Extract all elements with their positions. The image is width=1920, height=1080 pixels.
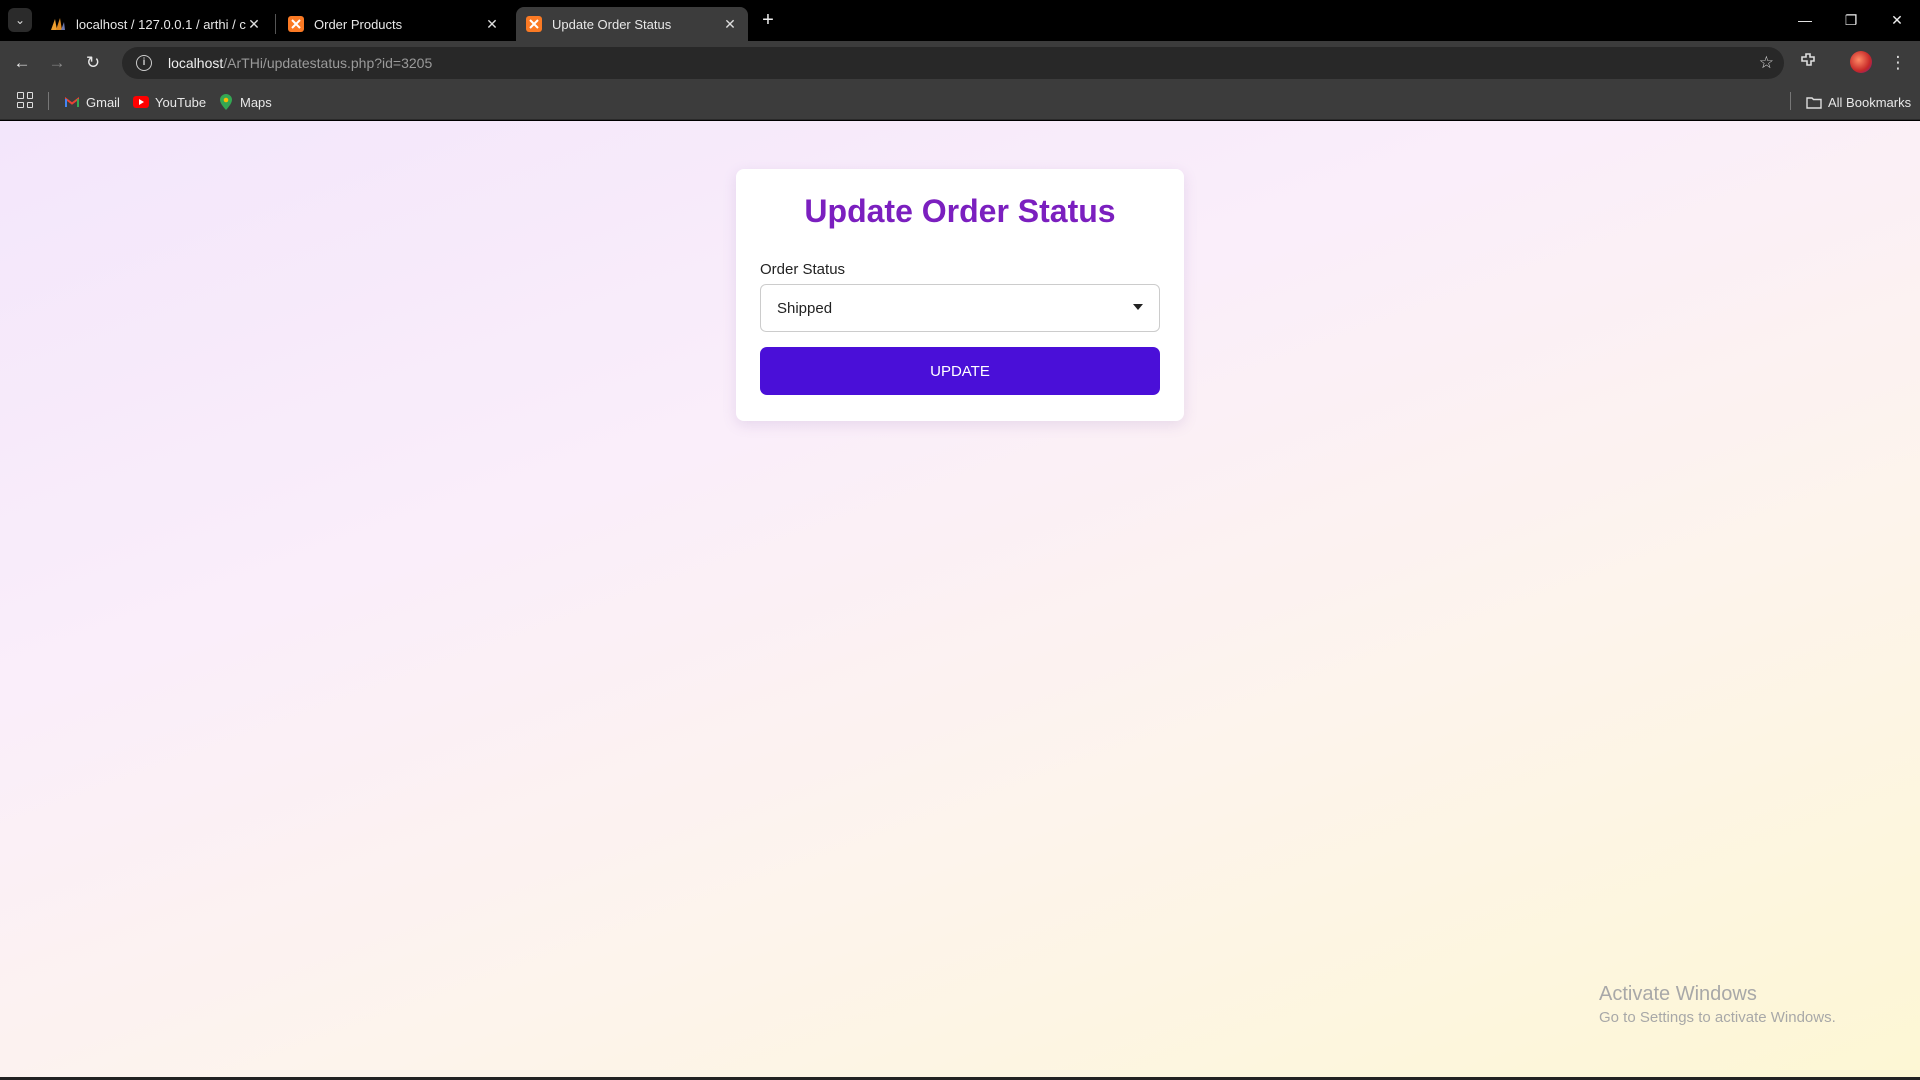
page-title: Update Order Status bbox=[804, 193, 1116, 229]
update-button[interactable]: UPDATE bbox=[760, 347, 1160, 395]
bookmark-star-icon[interactable]: ☆ bbox=[1759, 53, 1774, 73]
tab-order-products[interactable]: Order Products ✕ bbox=[278, 7, 510, 41]
tab-divider bbox=[275, 14, 276, 34]
page-body: Update Order Status Order Status Shipped… bbox=[0, 121, 1920, 1080]
bookmark-gmail[interactable]: Gmail bbox=[64, 92, 120, 112]
close-icon[interactable]: ✕ bbox=[722, 16, 738, 32]
url-path: /ArTHi/updatestatus.php?id=3205 bbox=[223, 55, 433, 71]
folder-icon bbox=[1806, 94, 1822, 110]
bookmark-divider bbox=[1790, 92, 1791, 110]
new-tab-icon[interactable]: + bbox=[758, 8, 778, 32]
bookmarks-bar bbox=[0, 84, 1920, 120]
gmail-icon bbox=[64, 94, 80, 110]
url-host: localhost bbox=[168, 55, 224, 71]
forward-icon[interactable]: → bbox=[45, 51, 69, 75]
all-bookmarks[interactable]: All Bookmarks bbox=[1806, 92, 1911, 112]
bookmark-label: Maps bbox=[240, 94, 272, 110]
maps-icon bbox=[218, 94, 234, 110]
tab-search-icon[interactable]: ⌄ bbox=[8, 8, 32, 32]
reload-icon[interactable]: ↻ bbox=[81, 51, 105, 75]
tab-update-order-status[interactable]: Update Order Status ✕ bbox=[516, 7, 748, 41]
youtube-icon bbox=[133, 94, 149, 110]
address-bar[interactable]: i localhost/ArTHi/updatestatus.php?id=32… bbox=[122, 47, 1784, 79]
tab-label: Order Products bbox=[314, 16, 403, 32]
tab-strip: ⌄ localhost / 127.0.0.1 / arthi / cu ✕ O… bbox=[0, 0, 1920, 41]
profile-avatar[interactable] bbox=[1850, 51, 1872, 73]
bookmark-maps[interactable]: Maps bbox=[218, 92, 272, 112]
watermark-title: Activate Windows bbox=[1599, 983, 1757, 1005]
close-icon[interactable]: ✕ bbox=[246, 16, 262, 32]
minimize-icon[interactable]: — bbox=[1790, 8, 1820, 32]
order-status-select[interactable]: Shipped bbox=[760, 284, 1160, 332]
close-window-icon[interactable]: ✕ bbox=[1882, 8, 1912, 32]
order-status-value: Shipped bbox=[777, 299, 833, 317]
restore-icon[interactable]: ❐ bbox=[1836, 8, 1866, 32]
back-icon[interactable]: ← bbox=[10, 51, 34, 75]
close-icon[interactable]: ✕ bbox=[484, 16, 500, 32]
bookmark-divider bbox=[48, 92, 49, 110]
bookmark-label: Gmail bbox=[86, 94, 120, 110]
site-info-icon[interactable]: i bbox=[136, 55, 152, 71]
watermark-subtitle: Go to Settings to activate Windows. bbox=[1599, 1009, 1836, 1026]
xampp-icon bbox=[526, 16, 542, 32]
update-status-card: Update Order Status Order Status Shipped… bbox=[736, 169, 1184, 421]
xampp-icon bbox=[288, 16, 304, 32]
apps-grid-icon[interactable] bbox=[17, 92, 33, 108]
all-bookmarks-label: All Bookmarks bbox=[1828, 94, 1912, 110]
activate-windows-watermark: Activate Windows Go to Settings to activ… bbox=[1599, 983, 1836, 1026]
tab-phpmyadmin[interactable]: localhost / 127.0.0.1 / arthi / cu ✕ bbox=[40, 7, 272, 41]
phpmyadmin-icon bbox=[50, 16, 66, 32]
extensions-icon[interactable] bbox=[1796, 51, 1820, 75]
tab-label: Update Order Status bbox=[552, 16, 672, 32]
browser-toolbar: ← → ↻ i localhost/ArTHi/updatestatus.php… bbox=[0, 41, 1920, 84]
tab-label: localhost / 127.0.0.1 / arthi / cu bbox=[76, 16, 246, 32]
chevron-down-icon bbox=[1133, 304, 1143, 310]
menu-kebab-icon[interactable]: ⋮ bbox=[1886, 51, 1910, 75]
bookmark-label: YouTube bbox=[155, 94, 207, 110]
bookmark-youtube[interactable]: YouTube bbox=[133, 92, 206, 112]
order-status-label: Order Status bbox=[760, 261, 846, 278]
